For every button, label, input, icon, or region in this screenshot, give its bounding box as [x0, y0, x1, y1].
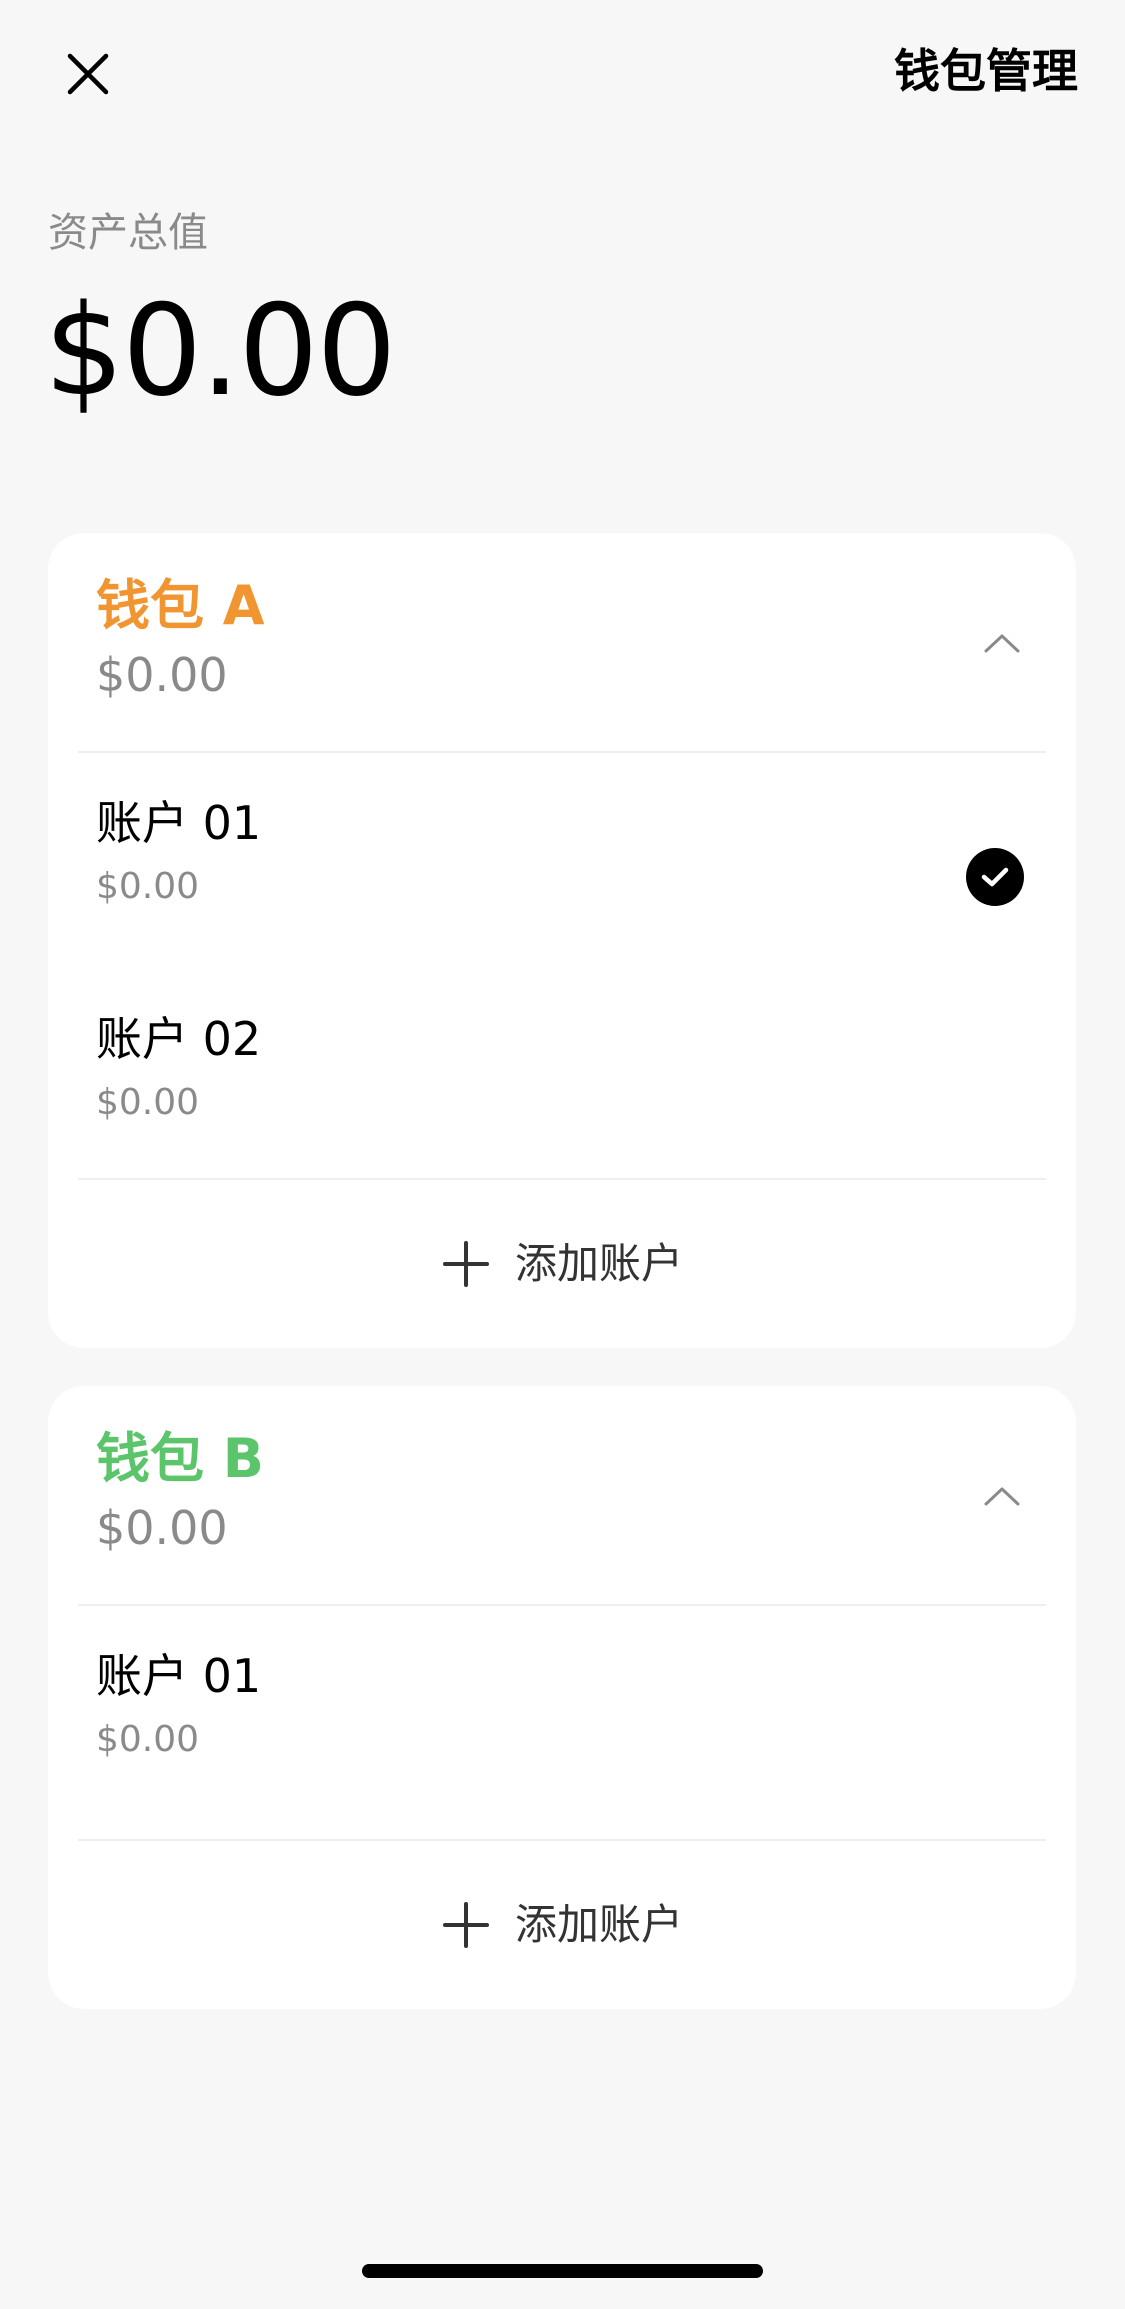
wallet-management-button[interactable]: 钱包管理 — [894, 43, 1078, 99]
collapse-button[interactable] — [980, 625, 1024, 661]
account-name: 账户 01 — [96, 796, 262, 850]
selected-check-icon — [966, 848, 1024, 906]
wallet-header-a[interactable]: 钱包 A $0.00 — [48, 533, 1076, 751]
total-assets-label: 资产总值 — [48, 210, 208, 256]
plus-icon — [441, 1239, 491, 1289]
total-assets-value: $0.00 — [44, 277, 397, 424]
wallet-card-b: 钱包 B $0.00 账户 01 $0.00 添加账户 — [48, 1386, 1076, 2009]
collapse-button[interactable] — [980, 1478, 1024, 1514]
add-account-button[interactable]: 添加账户 — [48, 1841, 1076, 2009]
wallet-name: 钱包 A — [96, 574, 265, 637]
add-account-label: 添加账户 — [514, 1239, 683, 1288]
account-row[interactable]: 账户 01 $0.00 — [48, 753, 1076, 969]
account-row[interactable]: 账户 02 $0.00 — [48, 969, 1076, 1185]
wallet-card-a: 钱包 A $0.00 账户 01 $0.00 账户 02 $0.00 添加账户 — [48, 533, 1076, 1348]
wallet-management-page: 钱包管理 资产总值 $0.00 钱包 A $0.00 账户 01 $0.00 账… — [0, 0, 1125, 2309]
chevron-up-icon — [984, 1487, 1020, 1506]
wallet-header-b[interactable]: 钱包 B $0.00 — [48, 1386, 1076, 1604]
plus-icon — [441, 1900, 491, 1950]
wallet-balance: $0.00 — [96, 1501, 228, 1555]
home-indicator — [362, 2264, 763, 2278]
account-balance: $0.00 — [96, 866, 200, 907]
account-row[interactable]: 账户 01 $0.00 — [48, 1606, 1076, 1822]
chevron-up-icon — [984, 634, 1020, 653]
close-button[interactable] — [56, 42, 120, 106]
wallet-balance: $0.00 — [96, 648, 228, 702]
add-account-label: 添加账户 — [514, 1900, 683, 1949]
account-balance: $0.00 — [96, 1719, 200, 1760]
wallet-name: 钱包 B — [96, 1427, 264, 1490]
account-name: 账户 02 — [96, 1012, 262, 1066]
account-name: 账户 01 — [96, 1649, 262, 1703]
close-icon — [67, 53, 109, 95]
top-bar: 钱包管理 — [0, 0, 1125, 150]
add-account-button[interactable]: 添加账户 — [48, 1180, 1076, 1348]
account-balance: $0.00 — [96, 1082, 200, 1123]
